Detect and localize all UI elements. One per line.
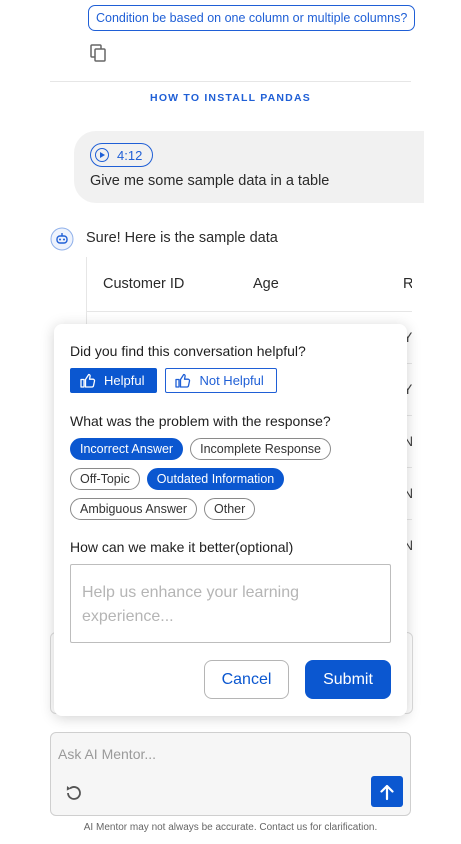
helpful-question: Did you find this conversation helpful?	[70, 343, 306, 359]
chat-input-placeholder: Ask AI Mentor...	[58, 746, 157, 762]
column-header: R	[403, 276, 412, 292]
section-link[interactable]: HOW TO INSTALL PANDAS	[0, 92, 461, 104]
feedback-textarea[interactable]: Help us enhance your learning experience…	[70, 564, 391, 643]
tag-outdated-information[interactable]: Outdated Information	[146, 468, 285, 490]
helpful-label: Helpful	[104, 373, 145, 388]
problem-question: What was the problem with the response?	[70, 413, 331, 429]
suggestion-chip[interactable]: Condition be based on one column or mult…	[88, 5, 416, 31]
user-message-text: Give me some sample data in a table	[90, 173, 330, 189]
arrow-up-icon	[380, 784, 394, 800]
bot-avatar-icon	[50, 227, 74, 251]
disclaimer: AI Mentor may not always be accurate. Co…	[83, 822, 378, 833]
tag-off-topic[interactable]: Off-Topic	[70, 468, 140, 490]
chat-input-box[interactable]	[50, 732, 411, 816]
improve-question: How can we make it better(optional)	[70, 539, 294, 555]
tag-incorrect-answer[interactable]: Incorrect Answer	[70, 438, 184, 460]
column-header: Age	[253, 276, 279, 292]
user-message-bubble	[74, 131, 424, 203]
tag-ambiguous-answer[interactable]: Ambiguous Answer	[70, 498, 198, 520]
thumbs-up-icon	[175, 373, 191, 388]
copy-icon[interactable]	[90, 44, 106, 62]
cancel-button[interactable]: Cancel	[204, 660, 289, 699]
play-icon	[95, 148, 109, 162]
tag-incomplete-response[interactable]: Incomplete Response	[190, 438, 331, 460]
audio-duration: 4:12	[117, 147, 143, 163]
helpful-button[interactable]: Helpful	[70, 368, 158, 393]
thumbs-up-icon	[80, 373, 96, 388]
not-helpful-label: Not Helpful	[199, 373, 264, 388]
divider	[50, 81, 411, 82]
table-header: Customer ID Age R	[87, 257, 412, 312]
audio-play-button[interactable]: 4:12	[90, 143, 154, 167]
feedback-textarea-placeholder: Help us enhance your learning experience…	[82, 584, 300, 625]
send-button[interactable]	[371, 776, 403, 807]
refresh-icon[interactable]	[63, 782, 85, 804]
column-header: Customer ID	[103, 276, 185, 292]
not-helpful-button[interactable]: Not Helpful	[165, 368, 277, 393]
tag-other[interactable]: Other	[204, 498, 256, 520]
submit-button[interactable]: Submit	[305, 660, 391, 699]
bot-message-text: Sure! Here is the sample data	[86, 230, 278, 246]
feedback-modal: Did you find this conversation helpful? …	[54, 324, 407, 716]
